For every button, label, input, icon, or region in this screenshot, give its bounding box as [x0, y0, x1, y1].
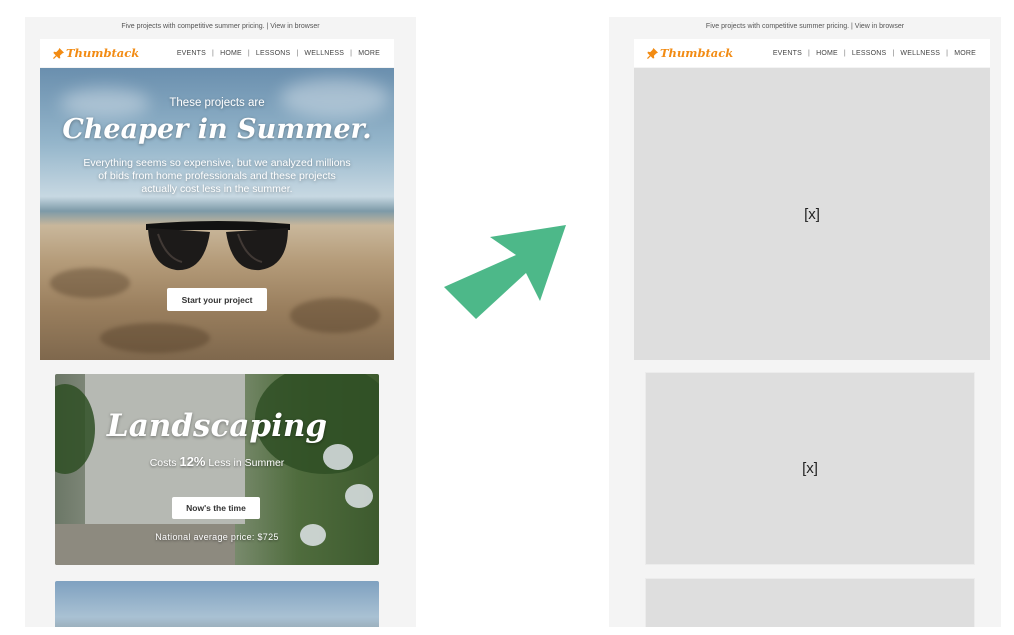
preheader-text[interactable]: Five projects with competitive summer pr… — [25, 23, 416, 30]
hydrangea-flowers — [345, 484, 373, 508]
nav-item-wellness[interactable]: WELLNESS — [900, 50, 940, 57]
thumbtack-logo[interactable]: Thumbtack — [647, 46, 733, 60]
costs-prefix: Costs — [149, 457, 177, 469]
average-price: National average price: $725 — [155, 532, 279, 542]
sand-shadow — [100, 323, 210, 353]
hero-banner: These projects are Cheaper in Summer. Ev… — [40, 68, 394, 360]
brand-name: Thumbtack — [66, 46, 140, 60]
porch-image — [55, 524, 235, 565]
landscaping-card: Landscaping Costs 12% Less in Summer Now… — [55, 374, 379, 565]
next-project-card — [55, 581, 379, 627]
start-project-button[interactable]: Start your project — [167, 288, 267, 311]
email-header: Thumbtack EVENTS | HOME | LESSONS | WELL… — [634, 39, 990, 67]
nav-divider: | — [296, 49, 299, 57]
sand-shadow — [290, 298, 380, 333]
blocked-image-placeholder[interactable] — [645, 578, 975, 627]
blocked-image-placeholder[interactable]: [x] — [645, 372, 975, 565]
landscaping-title: Landscaping — [106, 408, 328, 444]
nav-divider: | — [808, 49, 811, 57]
nows-the-time-button[interactable]: Now's the time — [172, 497, 260, 519]
thumbtack-logo[interactable]: Thumbtack — [53, 46, 139, 60]
hero-body: Everything seems so expensive, but we an… — [83, 157, 351, 195]
nav-divider: | — [212, 49, 215, 57]
nav-divider: | — [946, 49, 949, 57]
costs-suffix: Less in Summer — [208, 457, 285, 469]
email-preview-images-blocked: Five projects with competitive summer pr… — [609, 17, 1001, 627]
thumbtack-pin-icon — [647, 47, 658, 59]
arrow-up-right-icon — [444, 225, 566, 319]
nav-item-more[interactable]: MORE — [358, 50, 380, 57]
hero-subtitle: These projects are — [169, 97, 265, 109]
nav-menu: EVENTS | HOME | LESSONS | WELLNESS | MOR… — [177, 50, 380, 57]
placeholder-label: [x] — [804, 205, 820, 223]
nav-divider: | — [247, 49, 250, 57]
nav-item-more[interactable]: MORE — [954, 50, 976, 57]
nav-item-lessons[interactable]: LESSONS — [852, 50, 886, 57]
email-preview-rendered: Five projects with competitive summer pr… — [25, 17, 416, 627]
sand-shadow — [50, 268, 130, 298]
email-header: Thumbtack EVENTS | HOME | LESSONS | WELL… — [40, 39, 394, 67]
placeholder-label: [x] — [802, 460, 818, 477]
nav-item-events[interactable]: EVENTS — [177, 50, 206, 57]
nav-divider: | — [843, 49, 846, 57]
blocked-image-placeholder[interactable]: [x] — [634, 68, 990, 360]
thumbtack-pin-icon — [53, 47, 64, 59]
nav-item-lessons[interactable]: LESSONS — [256, 50, 290, 57]
landscaping-savings: Costs 12% Less in Summer — [55, 454, 379, 469]
hero-title: Cheaper in Summer. — [62, 114, 372, 145]
sunglasses-image — [146, 221, 290, 271]
nav-item-home[interactable]: HOME — [816, 50, 838, 57]
nav-item-wellness[interactable]: WELLNESS — [304, 50, 344, 57]
nav-item-home[interactable]: HOME — [220, 50, 242, 57]
preheader-text[interactable]: Five projects with competitive summer pr… — [609, 23, 1001, 30]
savings-percent: 12% — [179, 454, 206, 469]
nav-item-events[interactable]: EVENTS — [773, 50, 802, 57]
brand-name: Thumbtack — [660, 46, 734, 60]
nav-divider: | — [892, 49, 895, 57]
nav-menu: EVENTS | HOME | LESSONS | WELLNESS | MOR… — [773, 50, 976, 57]
nav-divider: | — [350, 49, 353, 57]
